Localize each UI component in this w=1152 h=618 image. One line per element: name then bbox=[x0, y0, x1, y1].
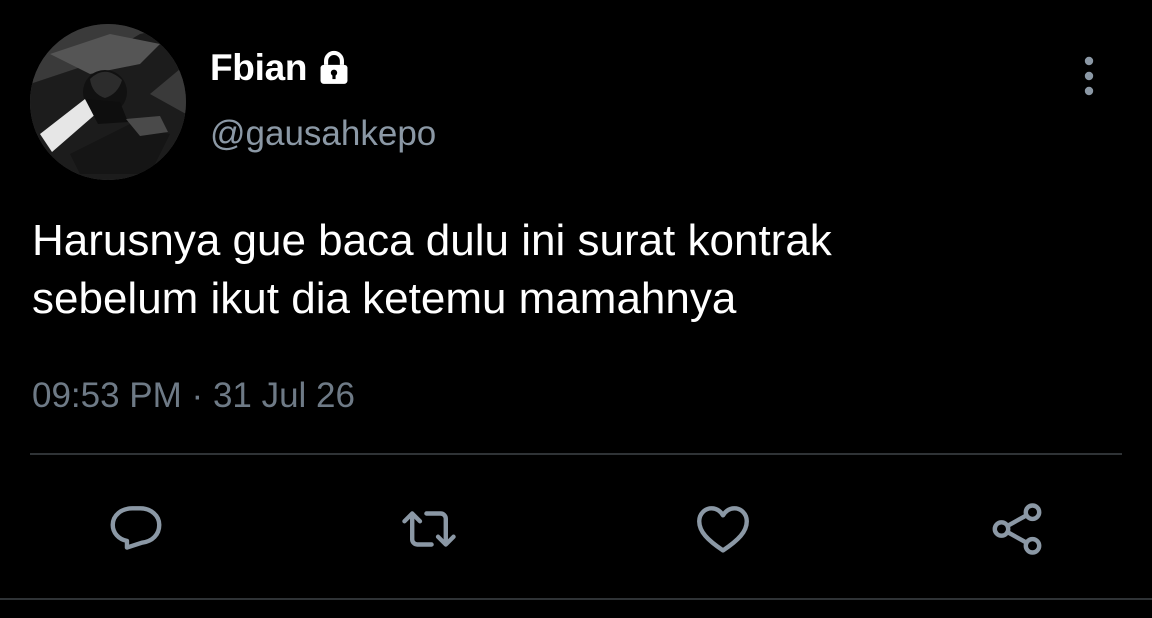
reply-button[interactable] bbox=[105, 498, 167, 560]
avatar[interactable] bbox=[30, 24, 186, 180]
share-icon bbox=[992, 503, 1042, 555]
tweet-timestamp: 09:53 PM · 31 Jul 26 bbox=[32, 374, 355, 418]
tweet-date[interactable]: 31 Jul 26 bbox=[213, 376, 355, 415]
tweet-text: Harusnya gue baca dulu ini surat kontrak… bbox=[32, 212, 1112, 328]
retweet-icon bbox=[402, 511, 456, 547]
share-button[interactable] bbox=[986, 498, 1048, 560]
lock-icon bbox=[315, 49, 353, 87]
more-vertical-icon[interactable] bbox=[1072, 52, 1106, 100]
bottom-divider bbox=[0, 598, 1152, 600]
meta-separator: · bbox=[191, 376, 204, 415]
display-name[interactable]: Fbian bbox=[210, 46, 307, 90]
tweet-text-line: Harusnya gue baca dulu ini surat kontrak bbox=[32, 216, 832, 265]
tweet-text-line: sebelum ikut dia ketemu mamahnya bbox=[32, 274, 737, 323]
tweet-time[interactable]: 09:53 PM bbox=[32, 376, 182, 415]
retweet-button[interactable] bbox=[398, 498, 460, 560]
like-button[interactable] bbox=[692, 498, 754, 560]
reply-icon bbox=[110, 506, 162, 550]
divider bbox=[30, 453, 1122, 455]
tweet-detail: Fbian @gausahkepo Harusnya gue baca dulu… bbox=[0, 0, 1152, 618]
avatar-photo bbox=[30, 24, 186, 180]
user-name-row: Fbian bbox=[210, 46, 353, 90]
user-handle[interactable]: @gausahkepo bbox=[210, 112, 436, 156]
heart-icon bbox=[697, 506, 749, 553]
